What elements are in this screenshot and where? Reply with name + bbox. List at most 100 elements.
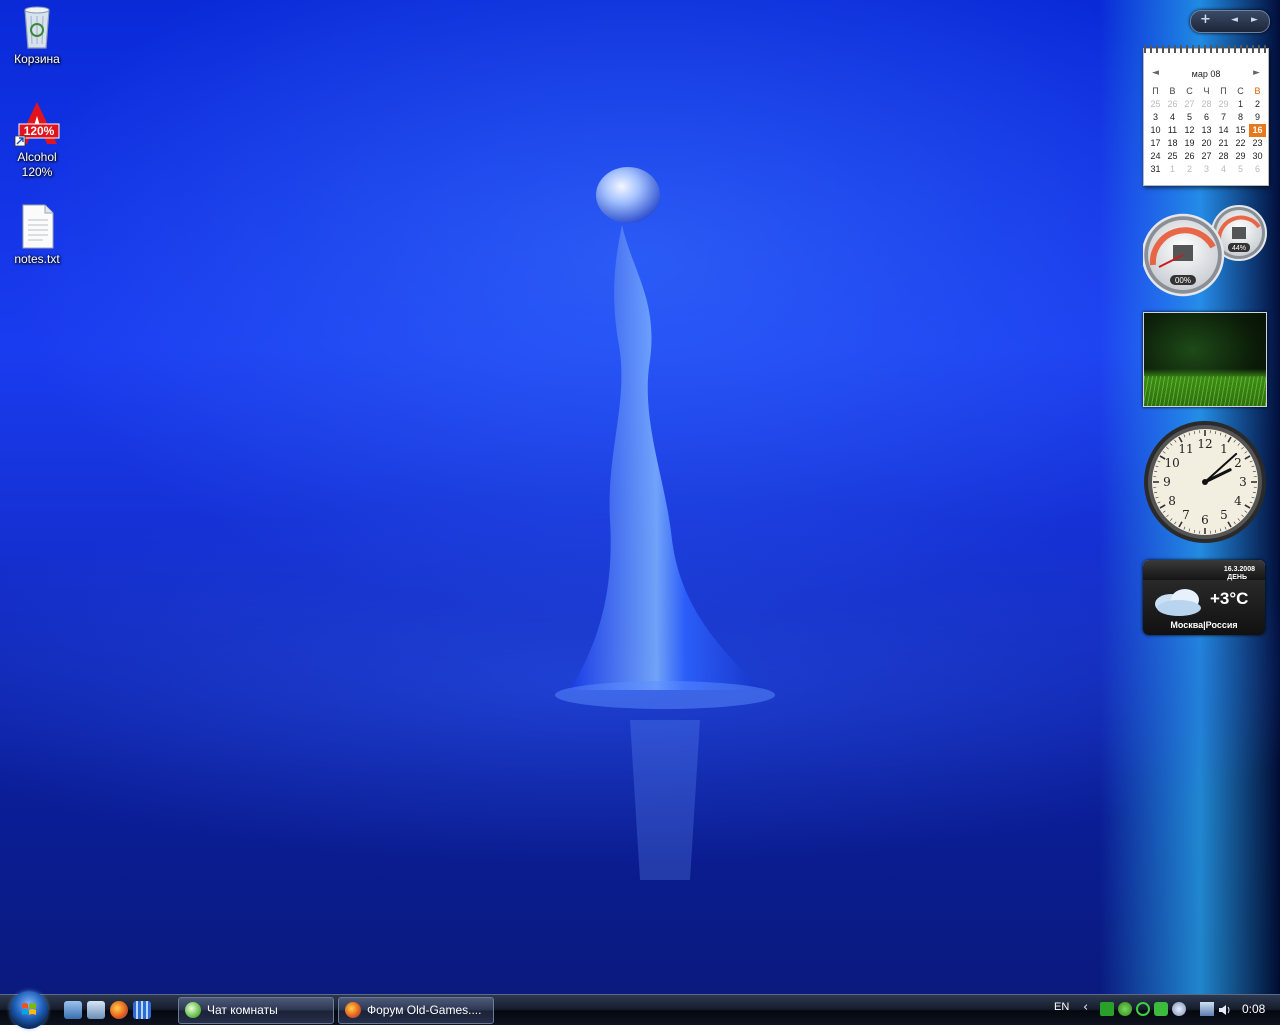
calendar-weekday: Ч: [1198, 85, 1215, 98]
wallpaper-water-drop: [540, 160, 800, 880]
sidebar-controls: + ◄ ►: [1190, 10, 1270, 33]
calendar-month-label: мар 08: [1144, 69, 1268, 79]
calendar-day[interactable]: 1: [1164, 163, 1181, 176]
calendar-day[interactable]: 10: [1147, 124, 1164, 137]
desktop-icon-label: Корзина: [0, 52, 74, 67]
network-icon[interactable]: [1200, 1002, 1214, 1016]
calendar-day[interactable]: 13: [1198, 124, 1215, 137]
desktop-icon-label: Alcohol 120%: [12, 150, 62, 180]
calendar-day[interactable]: 18: [1164, 137, 1181, 150]
update-agent-icon[interactable]: [1172, 1002, 1186, 1016]
calendar-day[interactable]: 22: [1232, 137, 1249, 150]
task-button-chat[interactable]: Чат комнаты: [178, 997, 334, 1024]
task-button-label: Чат комнаты: [207, 1003, 278, 1017]
chat-bubbles-icon: [185, 1002, 201, 1018]
calendar-day[interactable]: 3: [1147, 111, 1164, 124]
calendar-day[interactable]: 28: [1198, 98, 1215, 111]
calendar-day[interactable]: 12: [1181, 124, 1198, 137]
calendar-day[interactable]: 6: [1198, 111, 1215, 124]
add-gadget-button[interactable]: +: [1200, 12, 1211, 27]
desktop[interactable]: Корзина 120% Alcohol 120% notes.txt + ◄ …: [0, 0, 1280, 994]
cpu-meter-gadget[interactable]: 44% 00%: [1143, 205, 1268, 297]
svg-text:120%: 120%: [24, 124, 55, 138]
calendar-day[interactable]: 7: [1215, 111, 1232, 124]
taskbar-clock[interactable]: 0:08: [1242, 1002, 1265, 1016]
next-page-button[interactable]: ►: [1251, 15, 1258, 25]
calendar-day[interactable]: 5: [1232, 163, 1249, 176]
calendar-day[interactable]: 24: [1147, 150, 1164, 163]
show-hidden-icons-button[interactable]: ‹: [1083, 1000, 1088, 1015]
calendar-day[interactable]: 3: [1198, 163, 1215, 176]
desktop-icon-label: notes.txt: [0, 252, 74, 267]
start-button[interactable]: [10, 991, 48, 1029]
calendar-day[interactable]: 31: [1147, 163, 1164, 176]
calendar-weekday-row: ПВСЧПСВ: [1147, 85, 1267, 98]
calendar-day[interactable]: 25: [1164, 150, 1181, 163]
desktop-icon-notes-txt[interactable]: notes.txt: [0, 202, 74, 267]
calendar-next-month-button[interactable]: ►: [1253, 68, 1260, 78]
calendar-day[interactable]: 1: [1232, 98, 1249, 111]
desktop-icon-recycle-bin[interactable]: Корзина: [0, 2, 74, 67]
recycle-bin-icon: [13, 2, 61, 50]
slideshow-gadget[interactable]: [1143, 312, 1267, 407]
taskbar: Чат комнаты Форум Old-Games.... EN ‹ 0:0…: [0, 994, 1280, 1025]
clock-number: 12: [1197, 437, 1212, 451]
show-desktop-icon[interactable]: [87, 1001, 105, 1019]
clock-number: 8: [1168, 494, 1176, 508]
calendar-day[interactable]: 30: [1249, 150, 1266, 163]
calendar-day[interactable]: 9: [1249, 111, 1266, 124]
previous-page-button[interactable]: ◄: [1231, 15, 1238, 25]
desktop-icon-alcohol-120[interactable]: 120% Alcohol 120%: [0, 100, 74, 180]
calendar-day[interactable]: 20: [1198, 137, 1215, 150]
clock-number: 3: [1239, 475, 1247, 489]
calendar-day[interactable]: 29: [1232, 150, 1249, 163]
calendar-day[interactable]: 26: [1181, 150, 1198, 163]
calendar-day[interactable]: 5: [1181, 111, 1198, 124]
calendar-day[interactable]: 25: [1147, 98, 1164, 111]
messenger-contact-icon[interactable]: [1118, 1002, 1132, 1016]
clock-number: 1: [1220, 442, 1228, 456]
volume-icon[interactable]: [1218, 1002, 1232, 1016]
calendar-day[interactable]: 23: [1249, 137, 1266, 150]
calendar-day[interactable]: 11: [1164, 124, 1181, 137]
calendar-day[interactable]: 6: [1249, 163, 1266, 176]
calendar-day[interactable]: 15: [1232, 124, 1249, 137]
calendar-binding: [1144, 45, 1268, 53]
clock-number: 11: [1178, 442, 1193, 456]
calendar-day[interactable]: 27: [1181, 98, 1198, 111]
calendar-week-row: 252627282912: [1147, 98, 1267, 111]
language-indicator[interactable]: EN: [1054, 1001, 1069, 1013]
task-button-forum[interactable]: Форум Old-Games....: [338, 997, 494, 1024]
memory-chip-icon: [1232, 227, 1246, 239]
windows-explorer-icon[interactable]: [133, 1001, 151, 1019]
clock-gadget[interactable]: 121234567891011: [1143, 420, 1267, 544]
calendar-day[interactable]: 8: [1232, 111, 1249, 124]
memory-usage-text: 44%: [1232, 245, 1246, 252]
calendar-week-row: 17181920212223: [1147, 137, 1267, 150]
clock-number: 2: [1234, 456, 1242, 470]
firefox-icon[interactable]: [110, 1001, 128, 1019]
calendar-day[interactable]: 17: [1147, 137, 1164, 150]
calendar-day[interactable]: 29: [1215, 98, 1232, 111]
clock-number: 4: [1234, 494, 1242, 508]
calendar-today[interactable]: 16: [1249, 124, 1266, 137]
switch-windows-icon[interactable]: [64, 1001, 82, 1019]
icq-icon[interactable]: [1136, 1002, 1150, 1016]
calendar-day[interactable]: 14: [1215, 124, 1232, 137]
weather-gadget[interactable]: 16.3.2008 ДЕНЬ +3°C Москва|Россия: [1143, 560, 1265, 635]
calendar-day[interactable]: 4: [1164, 111, 1181, 124]
weather-date: 16.3.2008: [1224, 566, 1255, 573]
calendar-day[interactable]: 21: [1215, 137, 1232, 150]
network-activity-icon[interactable]: [1100, 1002, 1114, 1016]
calendar-weekday: В: [1164, 85, 1181, 98]
calendar-day[interactable]: 2: [1181, 163, 1198, 176]
weather-temperature: +3°C: [1210, 589, 1248, 609]
calendar-day[interactable]: 4: [1215, 163, 1232, 176]
calendar-day[interactable]: 2: [1249, 98, 1266, 111]
calendar-gadget[interactable]: ◄ мар 08 ► ПВСЧПСВ2526272829123456789101…: [1143, 48, 1269, 186]
calendar-day[interactable]: 27: [1198, 150, 1215, 163]
calendar-day[interactable]: 19: [1181, 137, 1198, 150]
tray-app-icon[interactable]: [1154, 1002, 1168, 1016]
calendar-day[interactable]: 28: [1215, 150, 1232, 163]
calendar-day[interactable]: 26: [1164, 98, 1181, 111]
